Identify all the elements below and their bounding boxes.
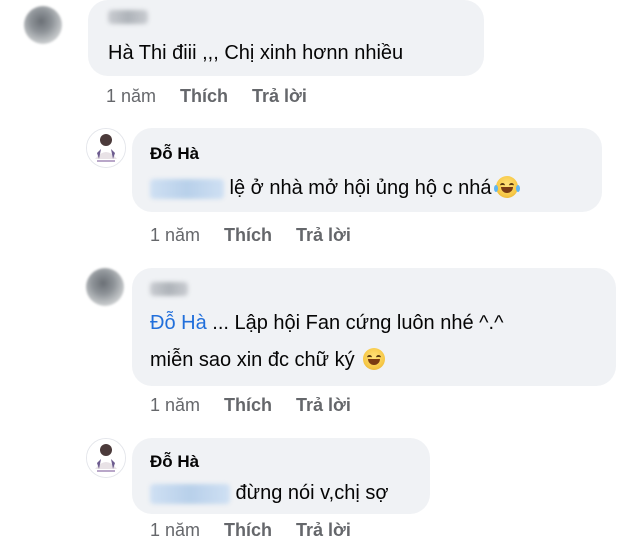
reply-button[interactable]: Trả lời [296, 395, 351, 415]
comment-author[interactable]: Đỗ Hà [150, 452, 199, 472]
comment-text-line: Đỗ Hà ... Lập hội Fan cứng luôn nhé ^.^ [150, 312, 504, 335]
blurred-mention[interactable] [150, 178, 224, 199]
profile-photo-icon [87, 129, 125, 167]
comment-author[interactable]: Đỗ Hà [150, 144, 199, 164]
comment-time[interactable]: 1 năm [150, 395, 200, 415]
comment-text: ... Lập hội Fan cứng luôn nhé ^.^ [206, 312, 504, 334]
comment-bubble: Đỗ Hà ... Lập hội Fan cứng luôn nhé ^.^ … [132, 268, 616, 386]
blurred-mention[interactable] [150, 483, 230, 504]
reply-button[interactable]: Trả lời [296, 225, 351, 245]
comment-text: đừng nói v,chị sợ [230, 482, 389, 504]
comment-text-line: lệ ở nhà mở hội ủng hộ c nhá [150, 176, 520, 200]
laughing-tears-emoji [493, 176, 520, 198]
comment-text: lệ ở nhà mở hội ủng hộ c nhá [224, 177, 492, 199]
comment-time[interactable]: 1 năm [106, 86, 156, 106]
reply-button[interactable]: Trả lời [252, 86, 307, 106]
profile-photo-icon [87, 439, 125, 477]
like-button[interactable]: Thích [224, 395, 272, 415]
comment-time[interactable]: 1 năm [150, 520, 200, 540]
comment-bubble: Đỗ Hà đừng nói v,chị sợ [132, 438, 430, 514]
like-button[interactable]: Thích [224, 225, 272, 245]
comment-actions: 1 năm Thích Trả lời [150, 225, 375, 246]
reply-button[interactable]: Trả lời [296, 520, 351, 540]
blurred-author-name[interactable] [150, 282, 188, 296]
like-button[interactable]: Thích [180, 86, 228, 106]
comment-text-line: đừng nói v,chị sợ [150, 482, 388, 505]
comment-text-second-line: miễn sao xin đc chữ ký [150, 349, 355, 371]
avatar[interactable] [86, 438, 126, 478]
avatar[interactable] [86, 268, 124, 306]
blurred-author-name[interactable] [108, 10, 148, 24]
comment-bubble: Đỗ Hà lệ ở nhà mở hội ủng hộ c nhá [132, 128, 602, 212]
comment-text: Hà Thi điii ,,, Chị xinh hơnn nhiều [108, 42, 404, 64]
comment-actions: 1 năm Thích Trả lời [106, 86, 331, 107]
comment-actions: 1 năm Thích Trả lời [150, 395, 375, 416]
comment-text-line: miễn sao xin đc chữ ký [150, 348, 385, 372]
avatar[interactable] [24, 6, 62, 44]
mention-link[interactable]: Đỗ Hà [150, 312, 207, 334]
comment-bubble: Hà Thi điii ,,, Chị xinh hơnn nhiều [88, 0, 484, 76]
grinning-emoji [362, 348, 385, 370]
comment-time[interactable]: 1 năm [150, 225, 200, 245]
avatar[interactable] [86, 128, 126, 168]
like-button[interactable]: Thích [224, 520, 272, 540]
